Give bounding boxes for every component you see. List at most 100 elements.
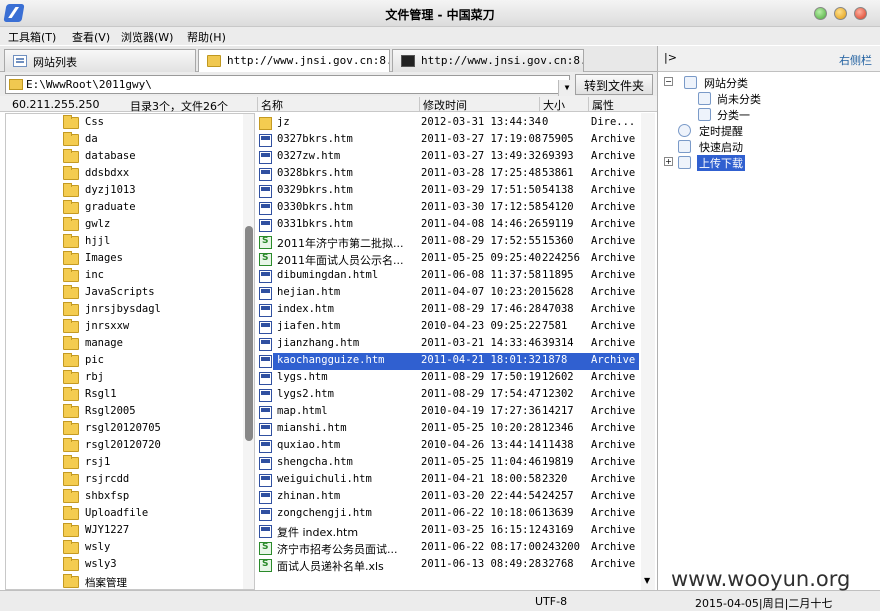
column-header-name[interactable]: 名称 xyxy=(257,97,419,112)
minimize-button[interactable] xyxy=(814,7,827,20)
file-size: 13639 xyxy=(542,507,574,519)
tree-scroll-thumb[interactable] xyxy=(245,226,253,441)
tree-scrollbar[interactable] xyxy=(243,114,254,589)
folder-icon xyxy=(63,285,79,299)
file-row[interactable]: quxiao.htm 2010-04-26 13:44:14 11438 Archiv… xyxy=(259,438,639,455)
tree-folder-label: wsly xyxy=(85,541,111,553)
file-row[interactable]: 0329bkrs.htm 2011-03-29 17:51:50 54138 Arch… xyxy=(259,183,639,200)
folder-icon xyxy=(63,149,79,163)
file-size: 15360 xyxy=(542,235,574,247)
menu-toolbox[interactable]: 工具箱(T) xyxy=(8,29,56,45)
html-file-icon xyxy=(259,219,272,232)
file-row[interactable]: index.htm 2011-08-29 17:46:28 47038 Archive xyxy=(259,302,639,319)
tree-folder-label: jnrsxxw xyxy=(85,320,130,332)
file-attr: Archive xyxy=(591,388,636,400)
file-time: 2011-04-07 10:23:20 xyxy=(421,286,542,298)
file-size: 24257 xyxy=(542,490,574,502)
tree-folder-label: Rsgl1 xyxy=(85,388,117,400)
file-size: 32768 xyxy=(542,558,574,570)
tab-file-manager[interactable]: http://www.jnsi.gov.cn:8... xyxy=(198,49,390,73)
file-row[interactable]: hejian.htm 2011-04-07 10:23:20 15628 Archiv… xyxy=(259,285,639,302)
folder-icon xyxy=(63,455,79,469)
file-row[interactable]: mianshi.htm 2011-05-25 10:20:28 12346 Archi… xyxy=(259,421,639,438)
html-file-icon xyxy=(259,202,272,215)
html-file-icon xyxy=(259,372,272,385)
info-row: 60.211.255.250 目录3个，文件26个 名称 修改时间 大小 属性 xyxy=(0,96,657,113)
html-file-icon xyxy=(259,406,272,419)
file-attr: Archive xyxy=(591,473,636,485)
file-row[interactable]: 2011年面试人员公示名... 2011-05-25 09:25:40224256… xyxy=(259,251,639,268)
scroll-down-icon[interactable]: ▼ xyxy=(644,576,650,585)
file-row[interactable]: map.html 2010-04-19 17:27:36 14217 Archive xyxy=(259,404,639,421)
tree-folder-label: Uploadfile xyxy=(85,507,149,519)
file-name: index.htm xyxy=(277,303,334,315)
folder-icon xyxy=(63,472,79,486)
file-row[interactable]: shengcha.htm 2011-05-25 11:04:46 19819 Arch… xyxy=(259,455,639,472)
file-row[interactable]: 复件 index.htm 2011-03-25 16:15:12 43169 Arch… xyxy=(259,523,639,540)
file-row[interactable]: 面试人员递补名单.xls 2011-06-13 08:49:2832768 Arch… xyxy=(259,557,639,574)
menu-view[interactable]: 查看(V) xyxy=(72,29,110,45)
tree-folder-label: Images xyxy=(85,252,123,264)
tree-folder-label: dyzj1013 xyxy=(85,184,136,196)
file-time: 2011-03-20 22:44:54 xyxy=(421,490,542,502)
column-header-attr[interactable]: 属性 xyxy=(588,97,640,112)
maximize-button[interactable] xyxy=(834,7,847,20)
file-row[interactable]: zongchengji.htm 2011-06-22 10:18:06 13639 A… xyxy=(259,506,639,523)
file-attr: Archive xyxy=(591,422,636,434)
close-button[interactable] xyxy=(854,7,867,20)
tab-terminal[interactable]: http://www.jnsi.gov.cn:8... xyxy=(392,49,584,72)
file-row[interactable]: 0327bkrs.htm 2011-03-27 17:19:08 75905 Arch… xyxy=(259,132,639,149)
collapse-icon[interactable]: − xyxy=(664,77,673,86)
file-name: jianzhang.htm xyxy=(277,337,360,349)
tab-site-list[interactable]: 网站列表 xyxy=(4,49,196,72)
file-row[interactable]: lygs2.htm 2011-08-29 17:54:47 12302 Archive xyxy=(259,387,639,404)
file-row[interactable]: 0328bkrs.htm 2011-03-28 17:25:48 53861 Arch… xyxy=(259,166,639,183)
sidebar-title[interactable]: 右侧栏 xyxy=(839,52,872,68)
expand-icon[interactable]: + xyxy=(664,157,673,166)
file-row-selected[interactable]: kaochangguize.htm 2011-04-21 18:01:32 1878… xyxy=(259,353,639,370)
file-size: 53861 xyxy=(542,167,574,179)
menu-help[interactable]: 帮助(H) xyxy=(187,29,226,45)
file-name: 复件 index.htm xyxy=(277,526,359,539)
column-header-size[interactable]: 大小 xyxy=(539,97,588,112)
tree-folder-label: database xyxy=(85,150,136,162)
tree-folder-label: graduate xyxy=(85,201,136,213)
file-attr: Archive xyxy=(591,167,636,179)
file-row[interactable]: 2011年济宁市第二批拟... 2011-08-29 17:52:5515360 A… xyxy=(259,234,639,251)
watermark: www.wooyun.org xyxy=(671,567,851,591)
html-file-icon xyxy=(259,457,272,470)
file-attr: Archive xyxy=(591,218,636,230)
folder-icon xyxy=(63,370,79,384)
file-row[interactable]: jianzhang.htm 2011-03-21 14:33:46 39314 Arc… xyxy=(259,336,639,353)
html-file-icon xyxy=(259,304,272,317)
file-row[interactable]: jz 2012-03-31 13:44:34 0 Dire... xyxy=(259,115,639,132)
file-row[interactable]: 0327zw.htm 2011-03-27 13:49:32 69393 Archiv… xyxy=(259,149,639,166)
file-time: 2011-06-13 08:49:28 xyxy=(421,558,542,570)
file-row[interactable]: 0331bkrs.htm 2011-04-08 14:46:26 59119 Arch… xyxy=(259,217,639,234)
goto-folder-button[interactable]: 转到文件夹 xyxy=(575,74,653,95)
file-row[interactable]: dibumingdan.html 2011-06-08 11:37:58 11895… xyxy=(259,268,639,285)
file-row[interactable]: weiguichuli.htm 2011-04-21 18:00:58 2320 Ar… xyxy=(259,472,639,489)
column-header-time[interactable]: 修改时间 xyxy=(419,97,539,112)
file-scrollbar[interactable]: ▼ xyxy=(641,113,655,590)
file-row[interactable]: 0330bkrs.htm 2011-03-30 17:12:58 54120 Arch… xyxy=(259,200,639,217)
file-time: 2011-03-28 17:25:48 xyxy=(421,167,542,179)
file-size: 43169 xyxy=(542,524,574,536)
window-title: 文件管理 - 中国菜刀 xyxy=(385,8,495,22)
file-row[interactable]: zhinan.htm 2011-03-20 22:44:54 24257 Archiv… xyxy=(259,489,639,506)
path-input[interactable]: E:\WwwRoot\2011gwy\ ▼ xyxy=(5,75,575,97)
tree-folder-label: manage xyxy=(85,337,123,349)
file-name: 2011年济宁市第二批拟... xyxy=(277,237,404,250)
file-attr: Archive xyxy=(591,371,636,383)
menu-browser[interactable]: 浏览器(W) xyxy=(121,29,173,45)
file-row[interactable]: 济宁市招考公务员面试... 2011-06-22 08:17:00243200 Ar… xyxy=(259,540,639,557)
file-time: 2011-03-25 16:15:12 xyxy=(421,524,542,536)
file-time: 2012-03-31 13:44:34 xyxy=(421,116,542,128)
html-file-icon xyxy=(259,185,272,198)
encoding-indicator[interactable]: UTF-8 xyxy=(535,595,567,608)
file-row[interactable]: lygs.htm 2011-08-29 17:50:19 12602 Archive xyxy=(259,370,639,387)
sidebar-toggle-button[interactable]: |> xyxy=(664,51,677,64)
file-row[interactable]: jiafen.htm 2010-04-23 09:25:22 7581 Archive xyxy=(259,319,639,336)
chevron-down-icon[interactable]: ▼ xyxy=(558,80,575,97)
file-time: 2011-03-27 17:19:08 xyxy=(421,133,542,145)
